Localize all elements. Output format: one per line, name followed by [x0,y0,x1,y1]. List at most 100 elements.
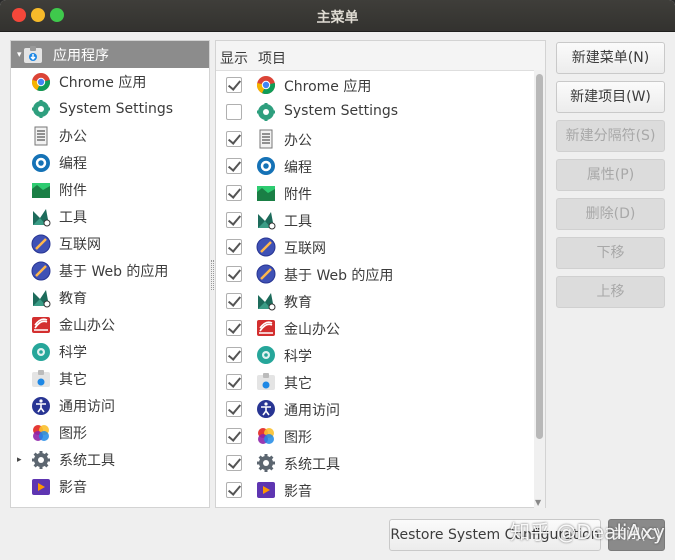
tree-item[interactable]: 金山办公 [11,311,209,338]
education-icon [256,291,276,311]
tree-item[interactable]: 通用访问 [11,392,209,419]
tree-item[interactable]: ▸ 系统工具 [11,446,209,473]
show-checkbox[interactable] [226,104,242,120]
new-item-button[interactable]: 新建项目(W) [556,81,665,113]
show-checkbox[interactable] [226,455,242,471]
tree-item[interactable]: 互联网 [11,230,209,257]
list-item-label: 其它 [284,376,312,392]
list-item[interactable]: 图形 [216,423,536,450]
expander-icon[interactable]: ▸ [17,455,27,465]
accessories-icon [256,183,276,203]
list-item[interactable]: 金山办公 [216,315,536,342]
tree-item[interactable]: 图形 [11,419,209,446]
list-item-label: 系统工具 [284,457,340,473]
tree-item-label: Chrome 应用 [59,74,147,91]
show-checkbox[interactable] [226,428,242,444]
show-checkbox[interactable] [226,347,242,363]
new-menu-button[interactable]: 新建菜单(N) [556,42,665,74]
column-header-show[interactable]: 显示 [220,48,248,68]
delete-button[interactable]: 删除(D) [556,198,665,230]
column-header-item[interactable]: 项目 [258,48,286,68]
show-checkbox[interactable] [226,212,242,228]
move-up-button[interactable]: 上移 [556,276,665,308]
properties-button[interactable]: 属性(P) [556,159,665,191]
office-icon [31,126,51,146]
tree-item[interactable]: 办公 [11,122,209,149]
tree-item-label: 工具 [59,209,87,226]
show-checkbox[interactable] [226,239,242,255]
move-down-button[interactable]: 下移 [556,237,665,269]
watermark: 知乎 @DealiAxy [510,520,665,544]
list-item[interactable]: Chrome 应用 [216,72,536,99]
tree-item-label: 影音 [59,479,87,496]
list-item[interactable]: 通用访问 [216,396,536,423]
list-item[interactable]: 基于 Web 的应用 [216,261,536,288]
scrollbar-thumb[interactable] [536,74,543,439]
list-scrollbar[interactable]: ▼ [534,70,545,508]
system-tools-icon [31,450,51,470]
main-menu-window: 主菜单 ▾ 应用程序 Chrome 应用 System Settings 办公 编程附… [0,0,675,560]
other-folder-icon [31,369,51,389]
tree-item-label: 应用程序 [53,47,109,64]
list-item[interactable]: 影音 [216,477,536,504]
list-item[interactable]: 教育 [216,288,536,315]
show-checkbox[interactable] [226,185,242,201]
list-item[interactable]: 其它 [216,369,536,396]
tree-item[interactable]: ▸游戏 [11,500,209,508]
education-icon [31,288,51,308]
show-checkbox[interactable] [226,482,242,498]
menu-tree[interactable]: ▾ 应用程序 Chrome 应用 System Settings 办公 编程附件工具互… [10,40,210,508]
show-checkbox[interactable] [226,374,242,390]
tree-item-label: 图形 [59,425,87,442]
tree-item-applications[interactable]: ▾ 应用程序 [11,41,209,68]
pane-splitter-handle[interactable] [211,260,214,290]
scroll-down-arrow-icon[interactable]: ▼ [535,498,541,507]
window-title: 主菜单 [316,10,359,26]
tools-icon [31,207,51,227]
list-item-label: 办公 [284,133,312,149]
tree-item-label: 金山办公 [59,317,115,334]
other-folder-icon [256,372,276,392]
tree-item-label: 附件 [59,182,87,199]
list-item[interactable]: System Settings [216,99,536,126]
tree-item-label: System Settings [59,100,174,117]
tree-item-label: 科学 [59,344,87,361]
tree-item[interactable]: 科学 [11,338,209,365]
show-checkbox[interactable] [226,77,242,93]
list-item[interactable]: 附件 [216,180,536,207]
tree-item[interactable]: 影音 [11,473,209,500]
show-checkbox[interactable] [226,131,242,147]
list-item-label: 编程 [284,160,312,176]
tree-item[interactable]: Chrome 应用 [11,68,209,95]
list-item[interactable]: 系统工具 [216,450,536,477]
list-item-label: 基于 Web 的应用 [284,268,394,284]
tree-item[interactable]: 教育 [11,284,209,311]
tree-item[interactable]: 基于 Web 的应用 [11,257,209,284]
list-item-label: Chrome 应用 [284,79,372,95]
system-tools-icon [256,453,276,473]
list-item[interactable]: 互联网 [216,234,536,261]
titlebar[interactable]: 主菜单 [0,0,675,32]
multimedia-icon [256,480,276,500]
tree-item[interactable]: System Settings [11,95,209,122]
list-item[interactable]: 办公 [216,126,536,153]
show-checkbox[interactable] [226,266,242,282]
accessibility-icon [31,396,51,416]
multimedia-icon [31,477,51,497]
list-item[interactable]: 工具 [216,207,536,234]
tree-item[interactable]: 其它 [11,365,209,392]
internet-icon [256,237,276,257]
show-checkbox[interactable] [226,158,242,174]
list-item[interactable]: 编程 [216,153,536,180]
tree-item[interactable]: 工具 [11,203,209,230]
show-checkbox[interactable] [226,401,242,417]
list-item-label: 教育 [284,295,312,311]
tree-item[interactable]: 附件 [11,176,209,203]
show-checkbox[interactable] [226,293,242,309]
show-checkbox[interactable] [226,320,242,336]
items-list[interactable]: 显示 项目 Chrome 应用 System Settings 办公编程附件 工具 互联… [215,40,546,508]
new-separator-button[interactable]: 新建分隔符(S) [556,120,665,152]
tree-item-label: 教育 [59,290,87,307]
tree-item[interactable]: 编程 [11,149,209,176]
list-item[interactable]: 科学 [216,342,536,369]
